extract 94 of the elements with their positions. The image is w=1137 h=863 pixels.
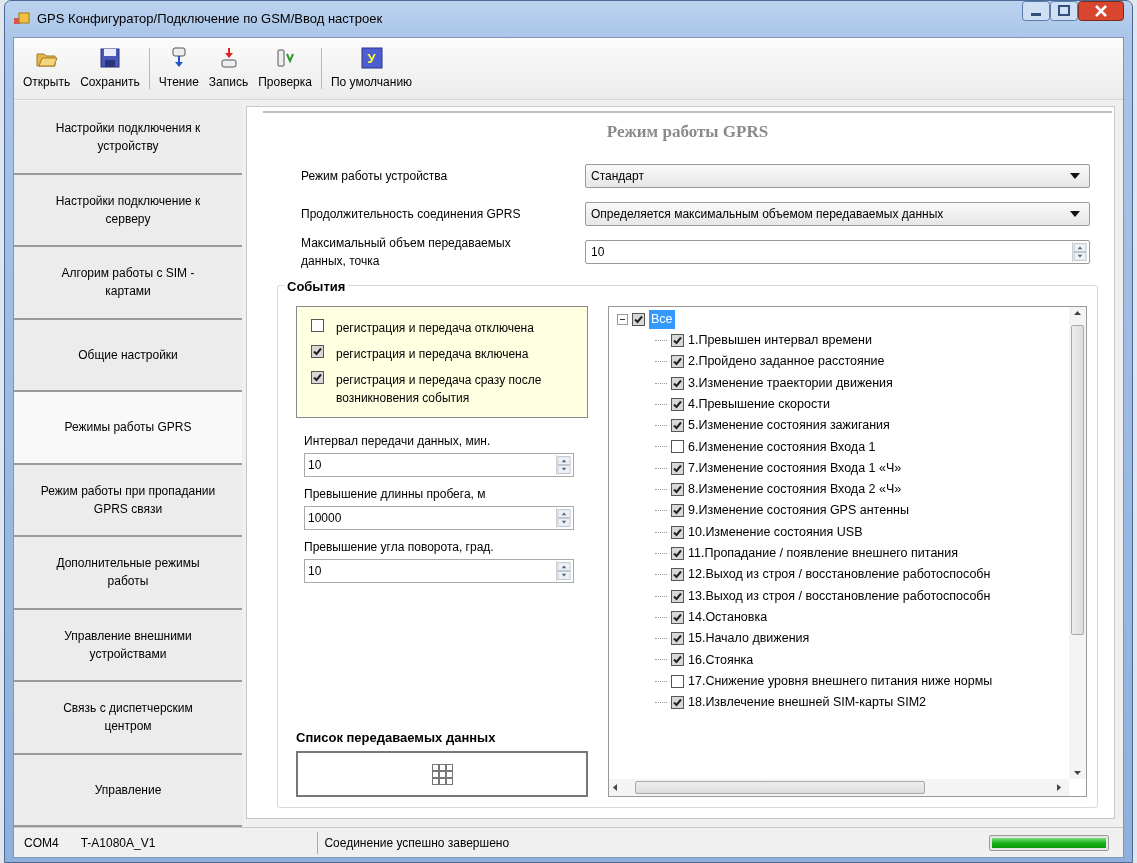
grid-icon <box>430 762 454 786</box>
checkbox[interactable] <box>671 376 684 390</box>
tree-item[interactable]: 9.Изменение состояния GPS антенны <box>688 501 909 521</box>
tree-item[interactable]: 18.Извлечение внешней SIM-карты SIM2 <box>688 693 926 712</box>
sidebar-item[interactable]: Алгорим работы с SIM - картами <box>14 247 242 320</box>
tree-item[interactable]: 5.Изменение состояния зажигания <box>688 416 890 435</box>
save-icon <box>97 46 122 70</box>
spin-buttons[interactable] <box>1072 241 1087 262</box>
sidebar-item[interactable]: Настройки подключение к серверу <box>14 174 242 247</box>
app-icon <box>13 11 31 27</box>
checkbox[interactable] <box>671 589 684 603</box>
checkbox[interactable] <box>671 419 684 433</box>
status-message: Соединение успешно завершено <box>324 834 510 852</box>
tree-item[interactable]: 14.Остановка <box>688 607 768 627</box>
tree-item[interactable]: 1.Превышен интервал времени <box>688 331 872 350</box>
sidebar-item[interactable]: Дополнительные режимы работы <box>14 537 242 610</box>
checkbox[interactable] <box>671 525 684 539</box>
collapse-icon[interactable] <box>617 313 628 325</box>
scrollbar[interactable] <box>1069 306 1086 779</box>
checkbox-label: регистрация и передача отключена <box>336 319 534 337</box>
save-button[interactable]: Сохранить <box>75 40 145 97</box>
tree-item[interactable]: 11.Пропадание / появление внешнего питания <box>688 544 958 563</box>
tree-item[interactable]: 12.Выход из строя / восстановление работоспособн <box>688 565 991 585</box>
checkbox-label: регистрация и передача включена <box>336 345 529 363</box>
status-text: T-A1080A_V1 <box>79 834 157 852</box>
checkbox[interactable] <box>671 483 684 496</box>
tree-item[interactable]: 3.Изменение траектории движения <box>688 373 893 393</box>
list-title: Список передаваемых данных <box>296 728 497 747</box>
checkbox[interactable] <box>311 344 324 358</box>
dropdown[interactable]: Определяется максимальным объемом передаваемых данных <box>585 201 1090 226</box>
maximize-button[interactable] <box>1050 1 1078 21</box>
checkbox[interactable] <box>671 610 684 624</box>
tree-item[interactable]: 7.Изменение состояния Входа 1 «Ч» <box>688 458 902 478</box>
tree-item[interactable]: 13.Выход из строя / восстановление работоспособн <box>688 586 991 606</box>
open-button[interactable]: Открыть <box>18 40 76 97</box>
field-label: Превышение длинны пробега, м <box>304 485 487 503</box>
checkbox[interactable] <box>671 504 684 518</box>
window-title: GPS Конфигуратор/Подключение по GSM/Ввод настроек <box>37 10 383 29</box>
sidebar-item[interactable]: Общие настройки <box>14 319 242 392</box>
field-label: Интервал передачи данных, мин. <box>304 432 492 450</box>
minimize-button[interactable] <box>1022 1 1050 21</box>
dropdown-arrow-icon <box>1067 170 1083 181</box>
spin-buttons[interactable] <box>556 560 571 581</box>
dropdown[interactable]: Стандарт <box>585 163 1090 188</box>
panel-title: Режим работы GPRS <box>263 111 1112 157</box>
tree-item[interactable]: 6.Изменение состояния Входа 1 <box>688 437 876 457</box>
tree-item[interactable]: 2.Пройдено заданное расстояние <box>688 352 885 372</box>
spin-field[interactable]: 10000 <box>304 505 574 530</box>
checkbox-label: регистрация и передача сразу после возникновения события <box>336 371 543 407</box>
tree-item[interactable]: 16.Стоянка <box>688 650 754 670</box>
checkbox[interactable] <box>671 546 684 560</box>
tree-item[interactable]: 10.Изменение состояния USB <box>688 522 863 542</box>
field-label: Режим работы устройства <box>300 167 449 185</box>
checkbox[interactable] <box>671 461 684 475</box>
checkbox[interactable] <box>671 355 684 369</box>
tree-item[interactable]: 8.Изменение состояния Входа 2 «Ч» <box>688 480 902 499</box>
field-label: Максимальный объем передаваемых данных, точка <box>300 234 512 270</box>
checkbox[interactable] <box>671 653 684 667</box>
close-button[interactable] <box>1078 1 1124 21</box>
tree-item[interactable]: 15.Начало движения <box>688 629 810 648</box>
field-label: Продолжительность соединения GPRS <box>300 205 522 223</box>
checkbox[interactable] <box>671 674 684 688</box>
checkbox[interactable] <box>671 632 684 646</box>
dropdown-arrow-icon <box>1067 208 1083 219</box>
read-button[interactable]: Чтение <box>153 40 204 97</box>
sidebar-item[interactable]: Управление <box>14 754 242 827</box>
scrollbar[interactable] <box>609 779 1069 796</box>
sidebar-item[interactable]: Настройки подключения к устройству <box>14 102 242 175</box>
checkbox[interactable] <box>671 440 684 454</box>
spin-buttons[interactable] <box>556 507 571 528</box>
tree-item[interactable]: 17.Снижение уровня внешнего питания ниже нормы <box>688 671 993 691</box>
sidebar-item[interactable]: Режим работы при пропадании GPRS связи <box>14 464 242 537</box>
spin-field[interactable]: 10 <box>585 239 1090 264</box>
checkbox[interactable] <box>671 397 684 411</box>
default-button[interactable]: У По умолчанию <box>325 40 418 97</box>
checkbox[interactable] <box>632 312 645 326</box>
sidebar-item[interactable]: Режимы работы GPRS <box>14 392 242 465</box>
status-text: COM4 <box>23 834 60 852</box>
write-button[interactable]: Запись <box>203 40 254 97</box>
sidebar-item[interactable]: Связь с диспетчерским центром <box>14 682 242 755</box>
checkbox[interactable] <box>311 370 324 384</box>
spin-field[interactable]: 10 <box>304 558 574 583</box>
sidebar-item[interactable]: Управление внешними устройствами <box>14 609 242 682</box>
spin-buttons[interactable] <box>556 454 571 475</box>
field-label: Превышение угла поворота, град. <box>304 538 495 556</box>
spin-field[interactable]: 10 <box>304 452 574 477</box>
tree-item[interactable]: 4.Превышение скорости <box>688 394 830 414</box>
checkbox[interactable] <box>671 333 684 347</box>
data-list-box[interactable] <box>296 751 588 797</box>
checkbox[interactable] <box>671 568 684 582</box>
checkbox[interactable] <box>311 318 324 332</box>
checkbox[interactable] <box>671 696 684 709</box>
reset-icon: У <box>359 46 384 70</box>
check-button[interactable]: Проверка <box>253 40 317 97</box>
